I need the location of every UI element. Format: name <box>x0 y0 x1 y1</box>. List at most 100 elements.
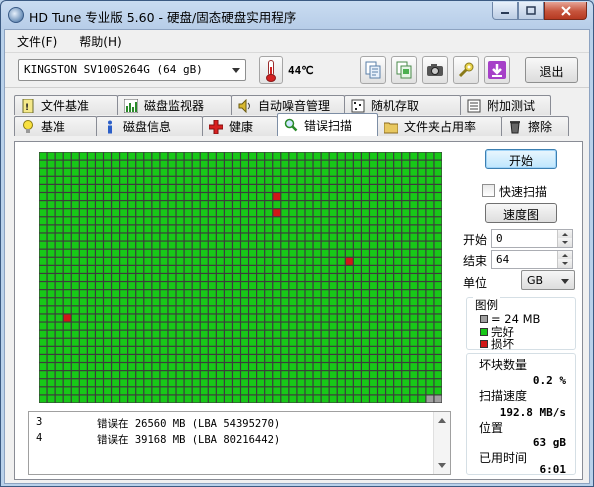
scan-block-good <box>200 298 208 306</box>
options-button[interactable] <box>453 56 479 84</box>
scan-block-good <box>160 209 168 217</box>
scan-block-good <box>241 184 248 192</box>
menu-file[interactable]: 文件(F) <box>5 30 67 52</box>
scan-block-good <box>152 346 160 354</box>
scan-block-good <box>96 152 103 160</box>
scan-block-good <box>87 371 95 379</box>
title-bar[interactable]: HD Tune 专业版 5.60 - 硬盘/固态硬盘实用程序 <box>1 1 593 29</box>
tab-benchmark[interactable]: 基准 <box>14 116 97 136</box>
random-access-icon <box>351 99 365 113</box>
scan-block-good <box>71 193 79 200</box>
scan-block-good <box>136 346 144 354</box>
scan-block-good <box>265 176 273 184</box>
scan-block-good <box>386 371 394 379</box>
scan-block-good <box>120 257 128 265</box>
scan-block-good <box>224 363 232 371</box>
scan-block-good <box>418 274 426 281</box>
start-button[interactable]: 开始 <box>485 149 557 169</box>
scan-block-good <box>410 274 418 281</box>
tab-erase[interactable]: 擦除 <box>501 116 569 136</box>
scan-block-good <box>378 371 385 379</box>
tab-health[interactable]: 健康 <box>202 116 278 136</box>
tab-random-access[interactable]: 随机存取 <box>344 95 461 115</box>
scan-block-good <box>257 152 265 160</box>
scan-block-good <box>345 217 353 225</box>
scan-block-good <box>96 282 103 290</box>
exit-button[interactable]: 退出 <box>525 57 578 83</box>
minimize-button[interactable] <box>492 2 518 20</box>
scan-block-good <box>71 152 79 160</box>
scan-block-good <box>289 306 297 314</box>
scan-block-good <box>87 193 95 200</box>
scan-block-good <box>241 209 248 217</box>
scan-block-good <box>249 209 257 217</box>
tab-extra-tests[interactable]: 附加测试 <box>460 95 551 115</box>
unit-select[interactable]: GB <box>521 270 575 290</box>
scan-block-good <box>370 387 377 395</box>
scan-block-good <box>87 306 95 314</box>
save-button[interactable] <box>484 56 510 84</box>
scan-block-good <box>71 176 79 184</box>
screenshot-button[interactable] <box>422 56 448 84</box>
start-spinbox[interactable]: 0 <box>491 229 573 248</box>
spin-down-icon[interactable] <box>557 238 572 247</box>
scan-block-good <box>200 241 208 249</box>
scan-block-good <box>370 290 377 298</box>
scan-block-good <box>249 249 257 257</box>
speaker-icon <box>238 98 252 113</box>
speed-map-button[interactable]: 速度图 <box>485 203 557 223</box>
start-value: 0 <box>496 232 503 245</box>
scan-block-good <box>168 282 176 290</box>
scan-block-good <box>233 306 240 314</box>
scan-block-good <box>233 193 240 200</box>
scan-block-good <box>192 217 200 225</box>
scan-block-good <box>362 249 369 257</box>
scan-block-good <box>362 355 369 362</box>
scroll-down-icon[interactable] <box>438 463 446 468</box>
scan-block-good <box>305 160 313 168</box>
scan-block-good <box>265 298 273 306</box>
scan-block-good <box>321 265 329 273</box>
copy-info-button[interactable] <box>360 56 386 84</box>
scan-block-good <box>241 363 248 371</box>
scan-block-good <box>136 395 144 403</box>
scan-block-good <box>200 274 208 281</box>
tab-disk-monitor[interactable]: 磁盘监视器 <box>117 95 232 115</box>
tab-disk-info[interactable]: 磁盘信息 <box>96 116 203 136</box>
scan-block-good <box>176 306 184 314</box>
scan-block-good <box>273 282 281 290</box>
tab-file-benchmark[interactable]: ! 文件基准 <box>14 95 118 115</box>
scan-block-good <box>305 193 313 200</box>
scan-block-good <box>418 298 426 306</box>
scan-block-good <box>208 355 216 362</box>
scan-block-good <box>71 282 79 290</box>
spin-down-icon[interactable] <box>557 259 572 268</box>
scan-block-good <box>192 168 200 176</box>
scan-block-good <box>208 201 216 209</box>
scan-block-good <box>394 209 402 217</box>
scan-block-good <box>257 306 265 314</box>
tab-error-scan[interactable]: 错误扫描 <box>277 113 378 136</box>
close-button[interactable] <box>544 2 587 20</box>
scan-block-good <box>305 379 313 387</box>
scroll-up-icon[interactable] <box>438 418 446 423</box>
scan-block-good <box>257 387 265 395</box>
drive-select[interactable]: KINGSTON SV100S264G (64 gB) <box>18 59 246 81</box>
maximize-button[interactable] <box>518 2 544 20</box>
scan-block-good <box>39 306 47 314</box>
scan-block-good <box>79 387 87 395</box>
tab-acoustic-management[interactable]: 自动噪音管理 <box>231 95 345 115</box>
tab-folder-usage[interactable]: 文件夹占用率 <box>377 116 502 136</box>
scan-block-good <box>289 184 297 192</box>
scan-block-good <box>273 184 281 192</box>
scan-block-good <box>87 249 95 257</box>
menu-help[interactable]: 帮助(H) <box>67 30 131 52</box>
scan-block-good <box>434 152 442 160</box>
scan-block-good <box>353 346 361 354</box>
scan-block-good <box>39 363 47 371</box>
log-scrollbar[interactable] <box>433 412 450 474</box>
scan-block-good <box>200 395 208 403</box>
end-spinbox[interactable]: 64 <box>491 250 573 269</box>
copy-screen-button[interactable] <box>391 56 417 84</box>
quick-scan-checkbox[interactable] <box>482 184 495 197</box>
